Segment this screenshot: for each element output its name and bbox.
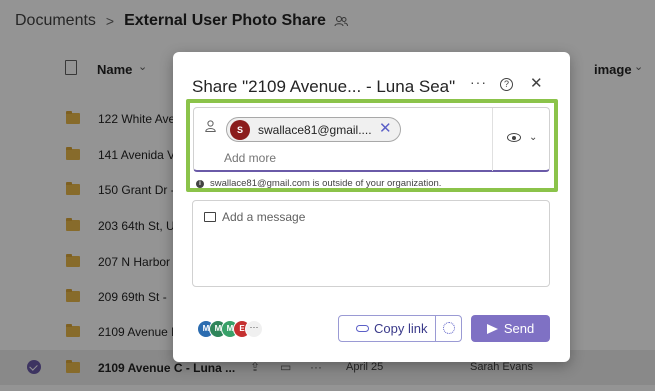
edit-message-icon xyxy=(204,212,216,222)
send-button[interactable]: Send xyxy=(471,315,550,342)
remove-recipient-icon[interactable]: ✕ xyxy=(379,120,392,138)
add-more-input[interactable] xyxy=(224,151,424,165)
chevron-down-icon: ⌄ xyxy=(529,132,538,143)
warning-text: swallace81@gmail.com is outside of your … xyxy=(210,178,442,189)
divider xyxy=(492,108,493,171)
recipient-email: swallace81@gmail.... xyxy=(258,123,372,137)
more-options-icon[interactable]: ··· xyxy=(470,74,487,90)
dialog-title: Share "2109 Avenue... - Luna Sea" xyxy=(192,77,456,96)
link-icon xyxy=(356,325,369,332)
send-icon xyxy=(486,323,498,334)
message-placeholder: Add a message xyxy=(222,210,306,224)
permission-dropdown[interactable]: ⌄ xyxy=(507,132,537,143)
gear-icon[interactable] xyxy=(443,322,455,334)
close-icon[interactable]: ✕ xyxy=(530,76,543,91)
divider xyxy=(435,316,436,341)
person-icon xyxy=(205,120,216,132)
recipients-field[interactable]: S swallace81@gmail.... ✕ ⌄ xyxy=(193,107,550,172)
copy-link-button[interactable]: Copy link xyxy=(338,315,462,342)
message-field[interactable]: Add a message xyxy=(192,200,550,287)
copy-link-label: Copy link xyxy=(374,321,428,336)
help-icon[interactable]: ? xyxy=(500,78,513,91)
external-user-warning: i swallace81@gmail.com is outside of you… xyxy=(196,178,441,189)
shared-with-avatars[interactable]: M M M E ··· xyxy=(197,320,267,340)
avatar: S xyxy=(230,120,250,140)
info-icon: i xyxy=(196,179,204,188)
send-label: Send xyxy=(503,321,535,336)
more-people-icon[interactable]: ··· xyxy=(245,320,263,338)
recipient-chip[interactable]: S swallace81@gmail.... ✕ xyxy=(226,117,401,142)
eye-icon xyxy=(507,133,521,142)
share-dialog: Share "2109 Avenue... - Luna Sea" ··· ? … xyxy=(173,52,570,362)
